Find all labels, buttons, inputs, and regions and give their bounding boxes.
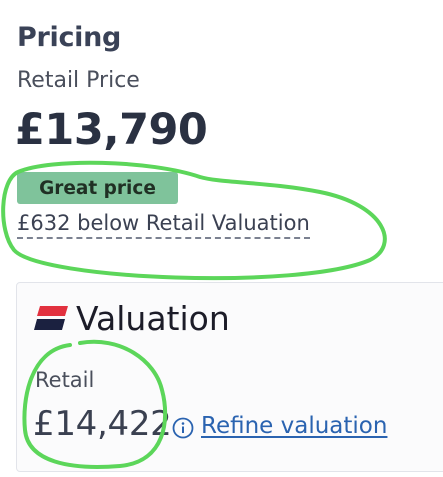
valuation-logo: Valuation	[34, 298, 230, 338]
valuation-logo-text: Valuation	[76, 298, 230, 338]
great-price-badge: Great price	[17, 172, 178, 204]
card-retail-label: Retail	[35, 368, 95, 392]
info-icon[interactable]	[172, 417, 194, 439]
card-retail-price: £14,422	[33, 404, 172, 444]
refine-valuation-link[interactable]: Refine valuation	[201, 413, 387, 439]
valuation-logo-mark-icon	[34, 306, 68, 330]
below-valuation-text[interactable]: £632 below Retail Valuation	[17, 211, 310, 239]
retail-price-value: £13,790	[15, 105, 208, 155]
pricing-title: Pricing	[17, 22, 122, 53]
retail-price-label: Retail Price	[17, 68, 140, 93]
